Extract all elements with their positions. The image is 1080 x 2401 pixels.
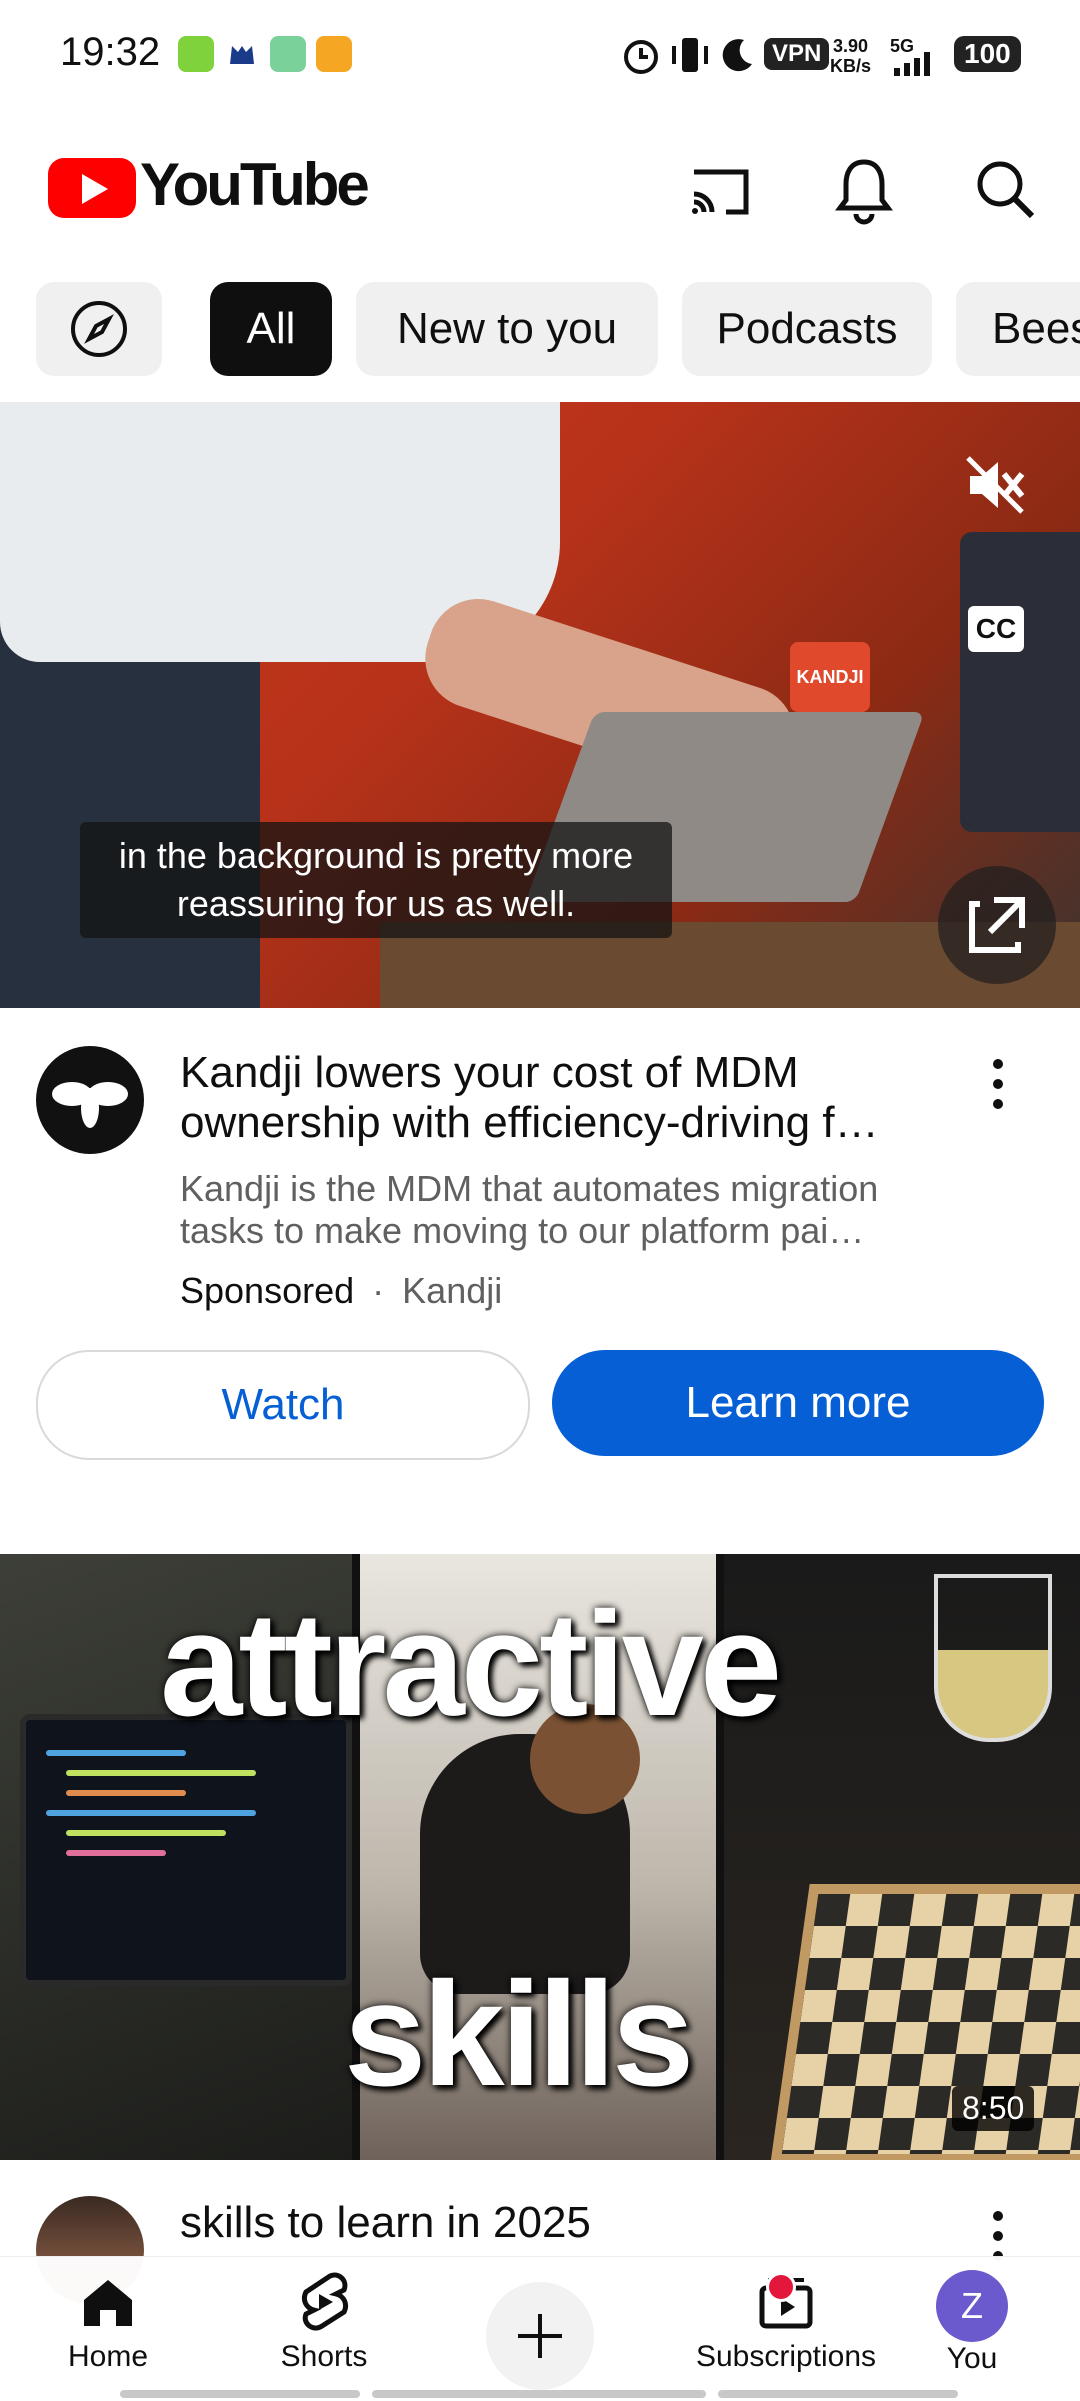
mute-icon[interactable] — [960, 450, 1030, 520]
nav-you-label: You — [946, 2342, 998, 2375]
nav-shorts-label: Shorts — [280, 2340, 368, 2373]
chip-new-to-you[interactable]: New to you — [356, 282, 658, 376]
youtube-logo-icon[interactable] — [48, 158, 136, 218]
plus-icon — [518, 2314, 562, 2358]
open-external-button[interactable] — [938, 866, 1056, 984]
video-frame-element — [0, 602, 260, 1008]
watch-button[interactable]: Watch — [36, 1350, 530, 1460]
captions-button[interactable]: CC — [968, 606, 1024, 652]
advertiser-avatar[interactable] — [36, 1046, 144, 1154]
chip-podcasts[interactable]: Podcasts — [682, 282, 932, 376]
video-duration: 8:50 — [952, 2086, 1035, 2131]
learn-more-button[interactable]: Learn more — [552, 1350, 1044, 1456]
laptop-image — [20, 1714, 352, 1986]
status-time: 19:32 — [60, 30, 161, 74]
shorts-icon — [301, 2272, 349, 2331]
app-notification-icon — [270, 36, 306, 72]
thumbnail-text-2: skills — [344, 1952, 694, 2117]
nav-home-label: Home — [67, 2340, 149, 2373]
create-button[interactable] — [486, 2282, 594, 2390]
battery-indicator: 100 — [954, 36, 1021, 72]
app-notification-icon — [178, 36, 214, 72]
thumbnail-text-1: attractive — [160, 1582, 782, 1747]
explore-chip[interactable] — [36, 282, 162, 376]
search-icon[interactable] — [966, 150, 1046, 230]
gesture-bar — [372, 2390, 706, 2398]
ad-meta: Sponsored · Kandji — [180, 1270, 502, 1312]
alarm-icon — [624, 40, 658, 74]
wine-glass — [934, 1574, 1052, 1742]
signal-icon — [894, 52, 930, 76]
video-caption: in the background is pretty more reassur… — [80, 822, 672, 938]
ad-description: Kandji is the MDM that automates migrati… — [180, 1168, 879, 1251]
cast-icon[interactable] — [680, 150, 760, 230]
youtube-logo-text[interactable]: YouTube — [140, 150, 370, 219]
home-icon — [84, 2280, 132, 2326]
ad-title[interactable]: Kandji lowers your cost of MDM ownership… — [180, 1048, 940, 1148]
chip-all[interactable]: All — [210, 282, 332, 376]
user-avatar: Z — [936, 2270, 1008, 2342]
dnd-moon-icon — [722, 39, 752, 72]
app-notification-icon — [224, 36, 260, 72]
vibrate-icon — [672, 38, 708, 72]
open-external-icon — [969, 897, 1025, 953]
compass-icon — [71, 301, 127, 357]
new-content-badge — [766, 2272, 796, 2302]
app-notification-icon — [316, 36, 352, 72]
nav-subscriptions-label: Subscriptions — [695, 2340, 877, 2373]
nav-home[interactable]: Home — [18, 2270, 198, 2400]
network-speed: 3.90 KB/s — [830, 36, 872, 76]
status-bar: 19:32 VPN 3.90 KB/s 5G 100 — [0, 0, 1080, 110]
video-title[interactable]: skills to learn in 2025 — [180, 2198, 591, 2248]
mug: KANDJI — [790, 642, 870, 712]
gesture-bar — [120, 2390, 360, 2398]
notifications-icon[interactable] — [824, 150, 904, 230]
nav-you[interactable]: Z You — [882, 2270, 1062, 2400]
meta-separator: · — [372, 1270, 385, 1311]
bee-logo-icon — [52, 1082, 128, 1128]
nav-shorts[interactable]: Shorts — [234, 2270, 414, 2400]
chip-bees[interactable]: Bees — [956, 282, 1080, 376]
video-frame-element — [960, 532, 1080, 832]
gesture-bar — [718, 2390, 958, 2398]
sponsored-label: Sponsored — [180, 1270, 355, 1311]
vpn-badge: VPN — [764, 38, 830, 70]
more-options-icon[interactable] — [980, 1054, 1016, 1114]
ad-channel-name: Kandji — [402, 1270, 503, 1311]
